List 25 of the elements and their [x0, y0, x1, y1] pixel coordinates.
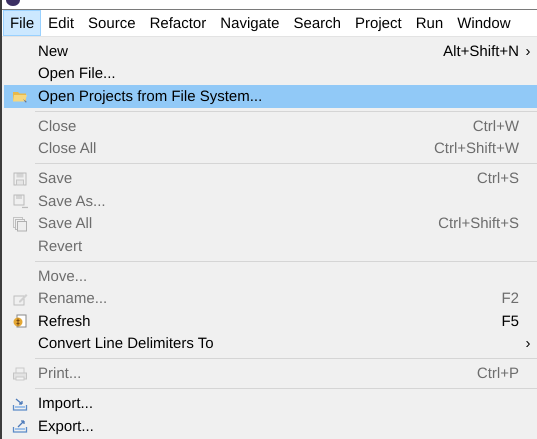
- menu-item[interactable]: Open Projects from File System...: [4, 85, 537, 108]
- app-icon: [6, 0, 20, 6]
- export-icon: [12, 418, 28, 434]
- submenu-arrow: ›: [524, 335, 532, 352]
- menu-bar-item[interactable]: Search: [286, 10, 348, 36]
- menu-bar-item[interactable]: Window: [450, 10, 518, 36]
- menu-item[interactable]: Import...: [4, 392, 537, 415]
- menu-bar-item[interactable]: Project: [348, 10, 409, 36]
- submenu-arrow: ›: [524, 42, 532, 60]
- floppy-disk-icon: [12, 193, 28, 210]
- printer-icon: [12, 366, 28, 382]
- menu-bar-item[interactable]: File: [3, 10, 42, 36]
- menu-bar-item[interactable]: Navigate: [213, 10, 286, 36]
- refresh-document-icon: [12, 313, 28, 330]
- menu-item[interactable]: Refresh F5: [4, 310, 537, 332]
- import-icon: [12, 396, 28, 412]
- menu-item[interactable]: Export...: [4, 415, 537, 438]
- menu-bar-item[interactable]: Run: [408, 10, 450, 36]
- menu-bar-item[interactable]: Refactor: [142, 10, 214, 36]
- menu-bar-item[interactable]: Edit: [41, 10, 82, 36]
- menu-bar-item[interactable]: Source: [81, 10, 143, 36]
- menu-item[interactable]: Open File...: [4, 62, 537, 85]
- menu-item[interactable]: Convert Line Delimiters To ›: [4, 332, 537, 355]
- menu-item[interactable]: New Alt+Shift+N ›: [4, 40, 537, 62]
- stacked-disks-icon: [12, 216, 28, 232]
